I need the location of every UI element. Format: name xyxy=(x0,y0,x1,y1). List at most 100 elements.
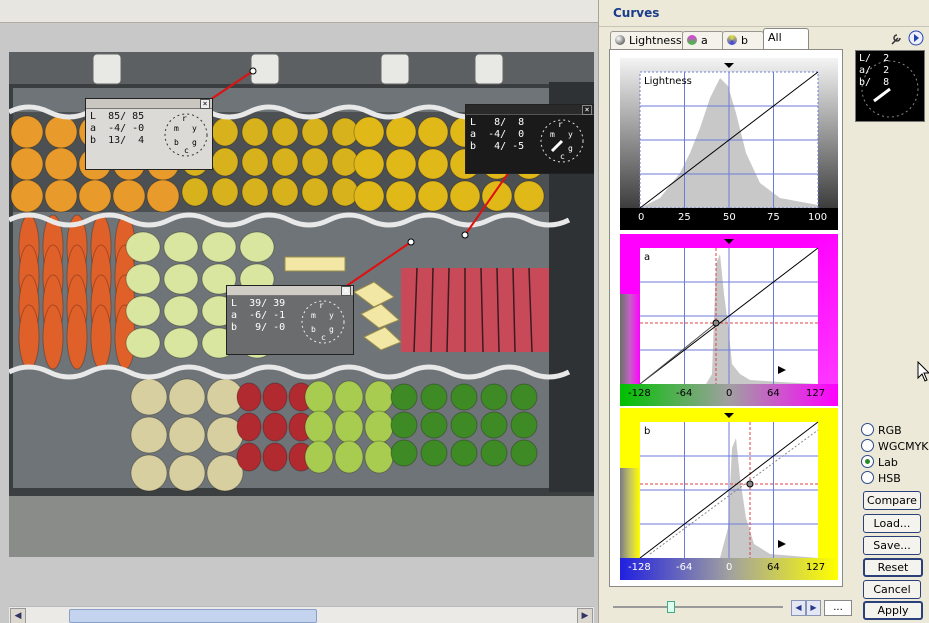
fruit xyxy=(211,177,239,207)
fruit xyxy=(241,147,269,177)
fruit xyxy=(241,117,269,147)
fruit xyxy=(450,411,478,439)
fruit xyxy=(201,231,237,263)
fruit xyxy=(420,439,448,467)
svg-text:r: r xyxy=(319,301,324,310)
fruit xyxy=(480,439,508,467)
a-axis-ticks: -128 -64 0 64 127 xyxy=(628,388,826,399)
scroll-left-icon[interactable]: ◀ xyxy=(10,608,26,623)
fruit xyxy=(334,410,364,444)
fruit xyxy=(168,454,206,492)
fruit xyxy=(353,148,385,180)
lightness-curve-graph[interactable]: Lightness 0 25 50 75 100 xyxy=(620,58,838,230)
preview-slider[interactable] xyxy=(613,601,783,613)
fruit xyxy=(420,383,448,411)
fruit xyxy=(239,231,275,263)
svg-text:b: b xyxy=(311,325,316,334)
close-icon[interactable]: × xyxy=(200,99,210,109)
probe-readout-3[interactable]: × L 39/ 39 a -6/ -1 b 9/ -0 m y b g r c xyxy=(226,285,354,355)
scroll-right-icon[interactable]: ▶ xyxy=(577,608,593,623)
slider-thumb[interactable] xyxy=(667,601,675,613)
fruit xyxy=(168,378,206,416)
save-button[interactable]: Save... xyxy=(863,536,921,555)
load-button[interactable]: Load... xyxy=(863,514,921,533)
mode-radio-rgb[interactable]: RGB xyxy=(861,423,902,437)
next-arrow-icon[interactable]: ▶ xyxy=(806,600,821,616)
svg-text:c: c xyxy=(560,152,565,161)
lightness-icon xyxy=(615,35,625,45)
fruit xyxy=(130,378,168,416)
fruit xyxy=(390,411,418,439)
panel-title: Curves xyxy=(613,6,660,20)
fruit xyxy=(390,439,418,467)
fruit xyxy=(130,416,168,454)
fruit xyxy=(417,148,449,180)
fruit xyxy=(18,304,40,370)
probe-readout-1[interactable]: × L 85/ 85 a -4/ -0 b 13/ 4 m y b g r c xyxy=(85,98,213,170)
svg-text:m: m xyxy=(311,311,316,320)
tab-b[interactable]: b xyxy=(722,31,764,50)
fruit xyxy=(417,180,449,212)
close-icon[interactable]: × xyxy=(341,286,351,296)
cancel-button[interactable]: Cancel xyxy=(863,580,921,599)
svg-text:g: g xyxy=(568,144,573,153)
b-curve-svg xyxy=(620,408,838,580)
hue-dial-icon: m y b g r c xyxy=(164,113,208,157)
panel-titlebar: Curves xyxy=(599,0,929,27)
fruit xyxy=(385,180,417,212)
fruit xyxy=(364,440,394,474)
mode-radio-wgcmyk[interactable]: WGCMYK xyxy=(861,439,929,453)
image-toolbar xyxy=(0,0,600,23)
fruit xyxy=(450,383,478,411)
fruit xyxy=(181,177,209,207)
wrench-icon[interactable] xyxy=(889,32,903,46)
fruit xyxy=(364,410,394,444)
probe-readout-2[interactable]: × L 8/ 8 a -4/ 0 b 4/ -5 m yg r c xyxy=(465,104,594,174)
fruit xyxy=(125,327,161,359)
play-icon[interactable] xyxy=(908,30,924,46)
fruit xyxy=(390,383,418,411)
fruit xyxy=(420,411,448,439)
b-axis-ticks: -128 -64 0 64 127 xyxy=(628,562,826,573)
tab-all[interactable]: All xyxy=(763,28,809,51)
fruit xyxy=(44,115,78,149)
fruit xyxy=(301,147,329,177)
b-channel-icon xyxy=(727,35,737,45)
curves-panel: Curves Lightness a b All Lightness 0 25 … xyxy=(598,0,929,623)
fruit xyxy=(334,440,364,474)
tab-a[interactable]: a xyxy=(682,31,724,50)
hue-dial-icon: m yg r c xyxy=(540,119,584,163)
fruit xyxy=(510,439,538,467)
image-canvas[interactable]: × L 85/ 85 a -4/ -0 b 13/ 4 m y b g r c × L 8… xyxy=(0,0,600,623)
close-icon[interactable]: × xyxy=(582,105,592,115)
fruit xyxy=(168,416,206,454)
fruit-display-photo[interactable]: × L 85/ 85 a -4/ -0 b 13/ 4 m y b g r c × L 8… xyxy=(9,52,594,557)
fruit xyxy=(480,411,508,439)
fruit xyxy=(301,177,329,207)
fruit xyxy=(236,442,262,472)
scrollbar-thumb[interactable] xyxy=(69,609,317,623)
fruit xyxy=(42,304,64,370)
fruit xyxy=(364,380,394,414)
fruit xyxy=(510,411,538,439)
fruit xyxy=(304,440,334,474)
fruit xyxy=(481,180,513,212)
compare-button[interactable]: Compare xyxy=(863,491,921,510)
fruit xyxy=(90,304,112,370)
reset-button[interactable]: Reset xyxy=(863,558,923,577)
svg-text:r: r xyxy=(558,120,563,129)
fruit xyxy=(262,442,288,472)
b-curve-graph[interactable]: b -128 -64 0 64 127 xyxy=(620,408,838,580)
apply-button[interactable]: Apply xyxy=(863,601,923,620)
probe-thumbnail: L/ 2 a/ 2 b/ 8 xyxy=(855,50,925,122)
mode-radio-hsb[interactable]: HSB xyxy=(861,471,901,485)
more-options-button[interactable]: ... xyxy=(824,600,852,616)
tab-lightness[interactable]: Lightness xyxy=(610,31,684,50)
fruit xyxy=(125,295,161,327)
a-curve-graph[interactable]: a -128 -64 0 64 127 xyxy=(620,234,838,406)
prev-arrow-icon[interactable]: ◀ xyxy=(791,600,806,616)
fruit xyxy=(78,179,112,213)
fruit xyxy=(10,179,44,213)
mode-radio-lab[interactable]: Lab xyxy=(861,455,898,469)
horizontal-scrollbar[interactable]: ◀ ▶ xyxy=(9,606,594,623)
